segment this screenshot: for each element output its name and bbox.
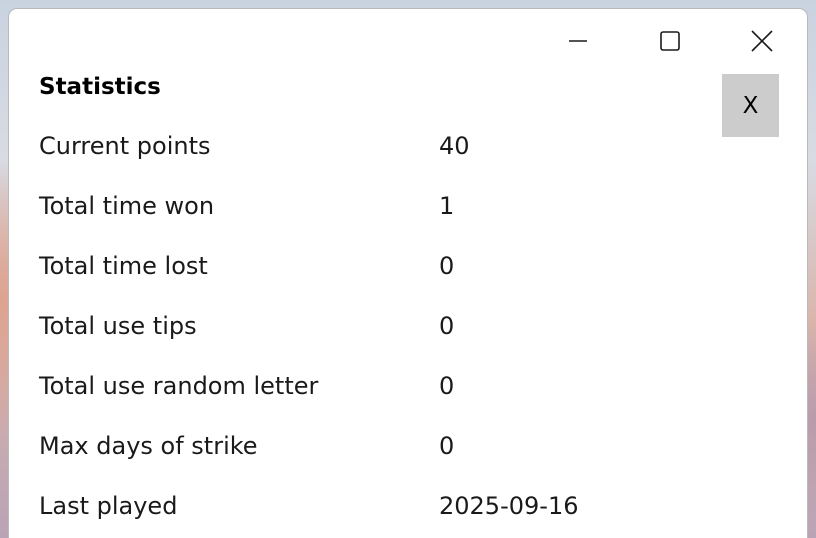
maximize-icon	[660, 31, 680, 51]
stat-label: Total time lost	[39, 252, 208, 280]
stat-row-total-time-lost: Total time lost 0	[39, 249, 739, 283]
minimize-icon	[569, 40, 587, 42]
stat-value: 1	[439, 192, 455, 220]
close-icon	[751, 30, 773, 52]
stat-value: 2025-09-16	[439, 492, 579, 520]
stat-row-last-played: Last played 2025-09-16	[39, 489, 739, 523]
stat-value: 0	[439, 252, 455, 280]
stat-row-total-time-won: Total time won 1	[39, 189, 739, 223]
window-close-button[interactable]	[739, 9, 785, 73]
minimize-button[interactable]	[555, 9, 601, 73]
stat-label: Max days of strike	[39, 432, 258, 460]
stat-row-total-use-tips: Total use tips 0	[39, 309, 739, 343]
dialog-title: Statistics	[39, 74, 161, 100]
statistics-window: Statistics X Current points 40 Total tim…	[8, 8, 808, 538]
stat-label: Total use random letter	[39, 372, 319, 400]
stat-label: Total time won	[39, 192, 215, 220]
stat-value: 0	[439, 312, 455, 340]
stat-row-current-points: Current points 40	[39, 129, 739, 163]
stat-value: 0	[439, 372, 455, 400]
stat-value: 0	[439, 432, 455, 460]
stat-label: Current points	[39, 132, 211, 160]
stat-row-total-use-random-letter: Total use random letter 0	[39, 369, 739, 403]
maximize-button[interactable]	[647, 9, 693, 73]
stat-value: 40	[439, 132, 470, 160]
stat-label: Last played	[39, 492, 178, 520]
stat-label: Total use tips	[39, 312, 197, 340]
stat-row-max-days-of-strike: Max days of strike 0	[39, 429, 739, 463]
dialog-close-button[interactable]: X	[722, 74, 779, 137]
